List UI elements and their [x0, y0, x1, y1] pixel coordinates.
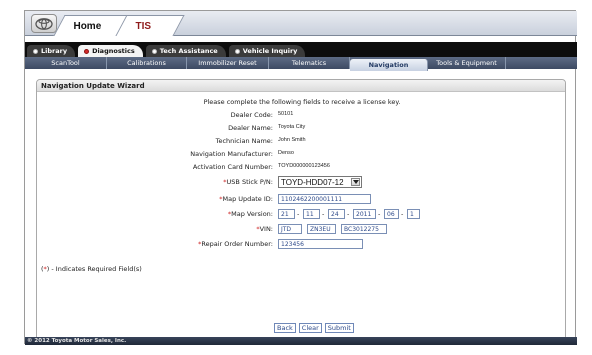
- map-version-part-1[interactable]: 21: [278, 209, 295, 219]
- usb-row: *USB Stick P/N: TOYD-HDD07-12: [37, 176, 567, 188]
- manufacturer-row: Navigation Manufacturer: Denso: [37, 150, 567, 160]
- wizard-buttons: Back Clear Submit: [274, 323, 354, 333]
- chevron-down-icon[interactable]: [351, 178, 360, 186]
- footer-copyright: © 2012 Toyota Motor Sales, Inc.: [25, 337, 577, 345]
- dealer-code-label: Dealer Code:: [230, 111, 273, 119]
- radio-dot-icon: [151, 48, 157, 54]
- subnav-scantool[interactable]: ScanTool: [25, 57, 107, 69]
- tab-tis-label: TIS: [135, 20, 152, 32]
- subnav-tools-equipment[interactable]: Tools & Equipment: [428, 57, 506, 69]
- tab-home-label: Home: [73, 20, 102, 32]
- dash-separator: -: [401, 210, 404, 218]
- clear-button[interactable]: Clear: [298, 323, 322, 333]
- repair-order-label: *Repair Order Number:: [198, 240, 273, 248]
- usb-label-text: USB Stick P/N:: [226, 178, 273, 186]
- sub-navigation: ScanTool Calibrations Immobilizer Reset …: [25, 57, 577, 71]
- dash-separator: -: [297, 210, 300, 218]
- module-vehicle-inquiry[interactable]: Vehicle Inquiry: [228, 45, 306, 57]
- repair-order-row: *Repair Order Number: 123456: [37, 239, 567, 250]
- activation-value: TOYD000000123456: [278, 163, 330, 169]
- module-tech-assistance-label: Tech Assistance: [159, 47, 218, 55]
- technician-row: Technician Name: John Smith: [37, 137, 567, 147]
- dealer-code-value: 50101: [278, 111, 294, 117]
- map-update-label-text: Map Update ID:: [222, 195, 273, 203]
- note-suffix: ) - Indicates Required Field(s): [46, 265, 142, 273]
- map-update-row: *Map Update ID: 1102462200001111: [37, 194, 567, 205]
- map-update-label: *Map Update ID:: [219, 195, 273, 203]
- vin-label: *VIN:: [256, 225, 273, 233]
- dash-separator: -: [378, 210, 381, 218]
- dash-separator: -: [347, 210, 350, 218]
- map-update-id-input[interactable]: 1102462200001111: [278, 194, 371, 204]
- subnav-immobilizer-reset[interactable]: Immobilizer Reset: [187, 57, 269, 69]
- module-tech-assistance[interactable]: Tech Assistance: [145, 45, 226, 57]
- module-diagnostics-label: Diagnostics: [92, 47, 135, 55]
- manufacturer-value: Denso: [278, 150, 294, 156]
- vin-part-2-input[interactable]: ZN3EU: [307, 224, 336, 234]
- back-button[interactable]: Back: [274, 323, 296, 333]
- module-vehicle-inquiry-label: Vehicle Inquiry: [242, 47, 298, 55]
- radio-dot-icon: [33, 48, 38, 54]
- usb-stick-select[interactable]: TOYD-HDD07-12: [278, 176, 362, 188]
- vin-row: *VIN: JTD ZN3EU BC3012275: [37, 224, 567, 235]
- map-version-label-text: Map Version:: [231, 210, 273, 218]
- app-window: Home TIS Library Diagnostics Tech Assist…: [24, 10, 577, 345]
- repair-order-label-text: Repair Order Number:: [201, 240, 273, 248]
- dealer-code-row: Dealer Code: 50101: [37, 111, 567, 121]
- submit-button[interactable]: Submit: [324, 323, 354, 333]
- activation-row: Activation Card Number: TOYD000000123456: [37, 163, 567, 173]
- wizard-panel: Navigation Update Wizard Please complete…: [36, 79, 566, 341]
- module-library[interactable]: Library: [27, 45, 76, 57]
- dash-separator: -: [322, 210, 325, 218]
- repair-order-input[interactable]: 123456: [278, 239, 363, 249]
- wizard-title: Navigation Update Wizard: [37, 80, 565, 92]
- toyota-logo-icon[interactable]: [31, 14, 57, 33]
- required-field-note: (*) - Indicates Required Field(s): [41, 265, 142, 273]
- map-version-label: *Map Version:: [228, 210, 273, 218]
- dealer-name-label: Dealer Name:: [228, 124, 273, 132]
- technician-label: Technician Name:: [215, 137, 273, 145]
- activation-label: Activation Card Number:: [192, 163, 273, 171]
- wizard-intro-text: Please complete the following fields to …: [203, 98, 401, 106]
- dealer-name-value: Toyota City: [278, 124, 306, 130]
- map-version-part-6[interactable]: 1: [407, 209, 420, 219]
- radio-dot-icon: [234, 48, 240, 54]
- map-version-part-5[interactable]: 06: [384, 209, 399, 219]
- module-bar: Library Diagnostics Tech Assistance Vehi…: [25, 42, 577, 57]
- map-version-row: *Map Version: 21 - 11 - 24 - 2011 - 06 -…: [37, 209, 567, 220]
- subnav-telematics[interactable]: Telematics: [269, 57, 350, 69]
- subnav-calibrations[interactable]: Calibrations: [107, 57, 187, 69]
- dealer-name-row: Dealer Name: Toyota City: [37, 124, 567, 134]
- map-version-part-3[interactable]: 24: [328, 209, 345, 219]
- technician-value: John Smith: [278, 137, 306, 143]
- app-header: Home TIS: [25, 11, 577, 36]
- vin-part-1-input[interactable]: JTD: [278, 224, 302, 234]
- subnav-navigation[interactable]: Navigation: [350, 59, 428, 71]
- map-version-part-4[interactable]: 2011: [353, 209, 376, 219]
- module-diagnostics[interactable]: Diagnostics: [78, 45, 143, 57]
- vin-part-3-input[interactable]: BC3012275: [341, 224, 387, 234]
- radio-dot-selected-icon: [84, 48, 90, 54]
- usb-label: *USB Stick P/N:: [223, 178, 273, 186]
- usb-stick-value: TOYD-HDD07-12: [281, 177, 344, 187]
- map-version-part-2[interactable]: 11: [303, 209, 320, 219]
- vin-label-text: VIN:: [259, 225, 273, 233]
- manufacturer-label: Navigation Manufacturer:: [190, 150, 273, 158]
- module-library-label: Library: [41, 47, 68, 55]
- tab-tis[interactable]: TIS: [115, 15, 185, 36]
